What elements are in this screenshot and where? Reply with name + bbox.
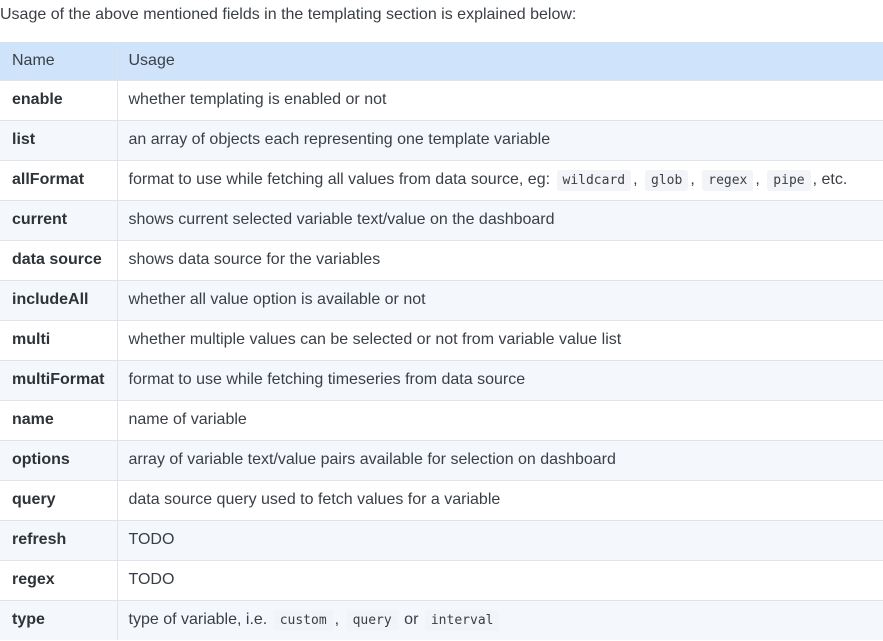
separator: , xyxy=(690,171,695,188)
table-row: type type of variable, i.e. custom, quer… xyxy=(0,599,883,640)
field-name: list xyxy=(0,119,118,160)
field-usage: an array of objects each representing on… xyxy=(117,119,883,160)
usage-text: type of variable, i.e. xyxy=(128,611,268,629)
field-usage: format to use while fetching timeseries … xyxy=(117,359,883,400)
usage-text: format to use while fetching all values … xyxy=(128,171,551,188)
field-name: refresh xyxy=(0,519,118,560)
table-header-row: Name Usage xyxy=(0,42,883,80)
field-usage: format to use while fetching all values … xyxy=(117,159,883,200)
table-row: name name of variable xyxy=(0,399,883,440)
code-interval: interval xyxy=(424,610,500,632)
field-name: regex xyxy=(0,559,118,600)
table-row: list an array of objects each representi… xyxy=(0,119,883,160)
table-row: current shows current selected variable … xyxy=(0,199,883,240)
table-row: options array of variable text/value pai… xyxy=(0,439,883,480)
field-usage: whether all value option is available or… xyxy=(117,279,883,320)
column-header-name: Name xyxy=(0,42,118,80)
usage-suffix: , etc. xyxy=(812,171,848,188)
separator: , xyxy=(334,611,340,629)
separator: , xyxy=(633,171,638,188)
table-row: refresh TODO xyxy=(0,519,883,560)
field-name: includeAll xyxy=(0,279,118,320)
code-wildcard: wildcard xyxy=(556,170,632,191)
table-row: allFormat format to use while fetching a… xyxy=(0,159,883,200)
table-row: multi whether multiple values can be sel… xyxy=(0,319,883,360)
code-regex: regex xyxy=(702,170,754,191)
field-usage: TODO xyxy=(117,559,883,600)
field-name: options xyxy=(0,439,118,480)
field-usage: shows data source for the variables xyxy=(117,239,883,280)
field-name: name xyxy=(0,399,118,440)
code-glob: glob xyxy=(645,170,689,191)
table-row: regex TODO xyxy=(0,559,883,600)
field-usage: whether templating is enabled or not xyxy=(117,79,883,120)
table-row: query data source query used to fetch va… xyxy=(0,479,883,520)
column-header-usage: Usage xyxy=(128,51,175,69)
or-word: or xyxy=(404,611,419,629)
field-usage: array of variable text/value pairs avail… xyxy=(117,439,883,480)
code-pipe: pipe xyxy=(767,170,811,191)
field-usage: TODO xyxy=(117,519,883,560)
field-name: current xyxy=(0,199,118,240)
field-name: enable xyxy=(0,79,118,120)
table-row: data source shows data source for the va… xyxy=(0,239,883,280)
field-usage: type of variable, i.e. custom, query or … xyxy=(117,599,883,640)
intro-text: Usage of the above mentioned fields in t… xyxy=(0,6,577,23)
field-name: multi xyxy=(0,319,118,360)
field-name: type xyxy=(0,599,118,640)
field-name: data source xyxy=(0,239,118,280)
table-row: multiFormat format to use while fetching… xyxy=(0,359,883,400)
code-custom: custom xyxy=(273,610,333,632)
code-query: query xyxy=(346,610,398,632)
field-name: query xyxy=(0,479,118,520)
fields-table: Name Usage enable whether templating is … xyxy=(0,42,883,640)
field-usage: name of variable xyxy=(117,399,883,440)
field-name: allFormat xyxy=(0,159,118,200)
field-usage: shows current selected variable text/val… xyxy=(117,199,883,240)
field-usage: whether multiple values can be selected … xyxy=(117,319,883,360)
table-row: includeAll whether all value option is a… xyxy=(0,279,883,320)
table-row: enable whether templating is enabled or … xyxy=(0,79,883,120)
separator: , xyxy=(755,171,760,188)
field-name: multiFormat xyxy=(0,359,118,400)
field-usage: data source query used to fetch values f… xyxy=(117,479,883,520)
